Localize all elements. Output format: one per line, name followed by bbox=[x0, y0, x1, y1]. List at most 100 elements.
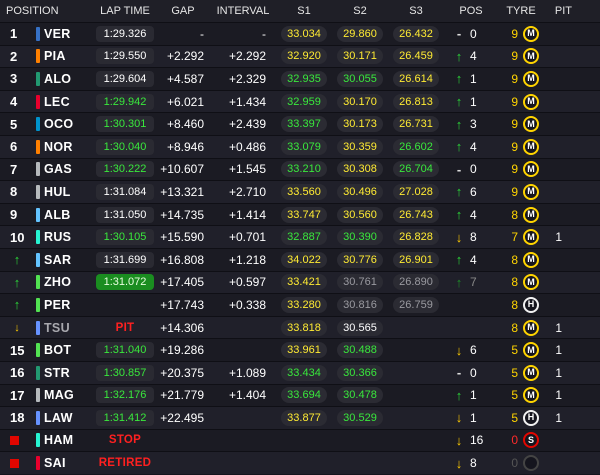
interval-value bbox=[210, 339, 276, 361]
interval-value: +2.439 bbox=[228, 117, 266, 132]
driver-row[interactable]: 17 MAG 1:32.176 +21.779 +1.404 33.694 30.478 ↑ 1… bbox=[0, 383, 600, 407]
header-pos[interactable]: POS bbox=[444, 0, 498, 22]
sector-s2-cell: 30.366 bbox=[332, 362, 388, 384]
driver-code[interactable]: MAG bbox=[42, 385, 94, 407]
interval-value: +1.545 bbox=[228, 162, 266, 177]
driver-code[interactable]: SAI bbox=[42, 452, 94, 474]
driver-code[interactable]: TSU bbox=[42, 317, 94, 339]
driver-code[interactable]: HAM bbox=[42, 430, 94, 452]
driver-row[interactable]: 3 ALO 1:29.604 +4.587 +2.329 32.935 30.055 26.6… bbox=[0, 67, 600, 90]
sector-s2-cell: 30.478 bbox=[332, 385, 388, 407]
position-number: 4 bbox=[10, 94, 18, 110]
driver-row[interactable]: 9 ALB 1:31.050 +14.735 +1.414 33.747 30.560 26.… bbox=[0, 202, 600, 226]
driver-code[interactable]: LAW bbox=[42, 407, 94, 429]
header-s2[interactable]: S2 bbox=[332, 0, 388, 22]
sector-s3-time: 26.901 bbox=[393, 251, 439, 268]
driver-code[interactable]: STR bbox=[42, 362, 94, 384]
pit-stops: 1 bbox=[555, 343, 562, 358]
sector-s3-cell bbox=[388, 362, 444, 384]
tyre-compound-icon: M bbox=[523, 206, 539, 223]
sector-s1-time: 33.421 bbox=[281, 274, 327, 291]
driver-row[interactable]: 6 NOR 1:30.040 +8.946 +0.486 33.079 30.359 26.6… bbox=[0, 134, 600, 158]
position-number: 2 bbox=[10, 48, 18, 64]
lap-time: 1:30.857 bbox=[96, 364, 154, 381]
driver-row[interactable]: 18 LAW 1:31.412 +22.495 33.877 30.529 ↓ 1 5 H 1 bbox=[0, 406, 600, 429]
position-up-icon: ↑ bbox=[13, 297, 21, 313]
driver-row[interactable]: 7 GAS 1:30.222 +10.607 +1.545 33.210 30.308 26.… bbox=[0, 157, 600, 181]
interval-value: +1.434 bbox=[228, 94, 266, 109]
tyre-laps: 0 bbox=[511, 456, 518, 471]
position-number: 8 bbox=[10, 184, 18, 200]
position-number: 9 bbox=[10, 207, 18, 223]
sector-s2-time: 30.390 bbox=[337, 229, 383, 246]
arrow-down-icon: ↓ bbox=[455, 455, 463, 471]
driver-row[interactable]: 8 HUL 1:31.084 +13.321 +2.710 33.560 30.496 27.… bbox=[0, 180, 600, 203]
driver-code[interactable]: GAS bbox=[42, 159, 94, 181]
lap-time-cell: 1:29.550 bbox=[94, 46, 156, 68]
tyre-cell: M bbox=[518, 249, 544, 271]
driver-row[interactable]: SAI RETIRED ↓ 8 0 bbox=[0, 451, 600, 474]
sector-s3-time: 26.459 bbox=[393, 48, 439, 65]
header-gap[interactable]: GAP bbox=[156, 0, 210, 22]
driver-code[interactable]: ALO bbox=[42, 68, 94, 90]
position-change-value: 1 bbox=[470, 71, 477, 86]
driver-row[interactable]: ↑ PER +17.743 +0.338 33.280 30.816 26.759 8 H bbox=[0, 293, 600, 316]
status-label: PIT bbox=[115, 321, 135, 334]
driver-row[interactable]: 2 PIA 1:29.550 +2.292 +2.292 32.920 30.171 26.4… bbox=[0, 44, 600, 68]
retired-flag-icon bbox=[10, 435, 19, 445]
header-position[interactable]: POSITION bbox=[0, 0, 94, 22]
arrow-flat-icon: - bbox=[456, 26, 462, 42]
driver-code[interactable]: VER bbox=[42, 23, 94, 45]
driver-row[interactable]: ↓ TSU PIT +14.306 33.818 30.565 8 M 1 bbox=[0, 315, 600, 339]
sector-s1-cell: 33.877 bbox=[276, 407, 332, 429]
header-tyre[interactable]: TYRE bbox=[498, 0, 544, 22]
sector-s2-cell: 30.173 bbox=[332, 113, 388, 135]
sector-s2-time: 30.761 bbox=[337, 274, 383, 291]
driver-row[interactable]: 10 RUS 1:30.105 +15.590 +0.701 32.887 30.390 26… bbox=[0, 225, 600, 248]
tyre-compound-icon: M bbox=[523, 364, 539, 381]
team-color-bar bbox=[36, 162, 40, 177]
driver-code[interactable]: BOT bbox=[42, 339, 94, 361]
sector-s2-cell: 30.055 bbox=[332, 68, 388, 90]
driver-code[interactable]: LEC bbox=[42, 91, 94, 113]
position-cell bbox=[0, 452, 36, 474]
driver-code[interactable]: OCO bbox=[42, 113, 94, 135]
driver-code[interactable]: HUL bbox=[42, 181, 94, 203]
driver-row[interactable]: 16 STR 1:30.857 +20.375 +1.089 33.434 30.366 -0… bbox=[0, 360, 600, 384]
sector-s3-cell: 26.432 bbox=[388, 23, 444, 45]
gap-value: +20.375 bbox=[160, 365, 204, 380]
header-lap-time[interactable]: LAP TIME bbox=[94, 0, 156, 22]
header-interval[interactable]: INTERVAL bbox=[210, 0, 276, 22]
driver-row[interactable]: 1 VER 1:29.326- -33.034 29.860 26.432-0 9 M bbox=[0, 22, 600, 45]
position-change-cell bbox=[444, 317, 498, 339]
position-cell: 7 bbox=[0, 159, 36, 181]
driver-code[interactable]: PER bbox=[42, 294, 94, 316]
sector-s2-time: 30.171 bbox=[337, 48, 383, 65]
driver-row[interactable]: 5 OCO 1:30.301 +8.460 +2.439 33.397 30.173 26.7… bbox=[0, 112, 600, 135]
tyre-compound-icon: M bbox=[523, 319, 539, 336]
driver-row[interactable]: ↑ SAR 1:31.699 +16.808 +1.218 34.022 30.776 26.… bbox=[0, 247, 600, 271]
sector-s2-cell: 30.565 bbox=[332, 317, 388, 339]
driver-row[interactable]: HAM STOP ↓ 16 0 S bbox=[0, 428, 600, 452]
driver-row[interactable]: ↑ ZHO 1:31.072 +17.405 +0.597 33.421 30.761 26.… bbox=[0, 270, 600, 294]
driver-code[interactable]: ZHO bbox=[42, 272, 94, 294]
team-color-bar bbox=[36, 117, 40, 132]
header-s1[interactable]: S1 bbox=[276, 0, 332, 22]
gap-value: +10.607 bbox=[160, 162, 204, 177]
tyre-cell: M bbox=[518, 91, 544, 113]
driver-code[interactable]: NOR bbox=[42, 136, 94, 158]
header-s3[interactable]: S3 bbox=[388, 0, 444, 22]
position-change-value: 7 bbox=[470, 275, 477, 290]
driver-code[interactable]: RUS bbox=[42, 226, 94, 248]
sector-s1-cell: 33.210 bbox=[276, 159, 332, 181]
sector-s1-cell: 33.694 bbox=[276, 385, 332, 407]
driver-row[interactable]: 15 BOT 1:31.040 +19.286 33.961 30.488 ↓ 6 5 M 1 bbox=[0, 338, 600, 361]
driver-row[interactable]: 4 LEC 1:29.942 +6.021 +1.434 32.959 30.170 26.8… bbox=[0, 89, 600, 113]
header-pit[interactable]: PIT bbox=[544, 0, 586, 22]
pit-stops bbox=[544, 91, 586, 113]
driver-code[interactable]: PIA bbox=[42, 46, 94, 68]
lap-time-cell bbox=[94, 294, 156, 316]
driver-code[interactable]: SAR bbox=[42, 249, 94, 271]
tyre-compound-icon: M bbox=[523, 161, 539, 178]
driver-code[interactable]: ALB bbox=[42, 204, 94, 226]
